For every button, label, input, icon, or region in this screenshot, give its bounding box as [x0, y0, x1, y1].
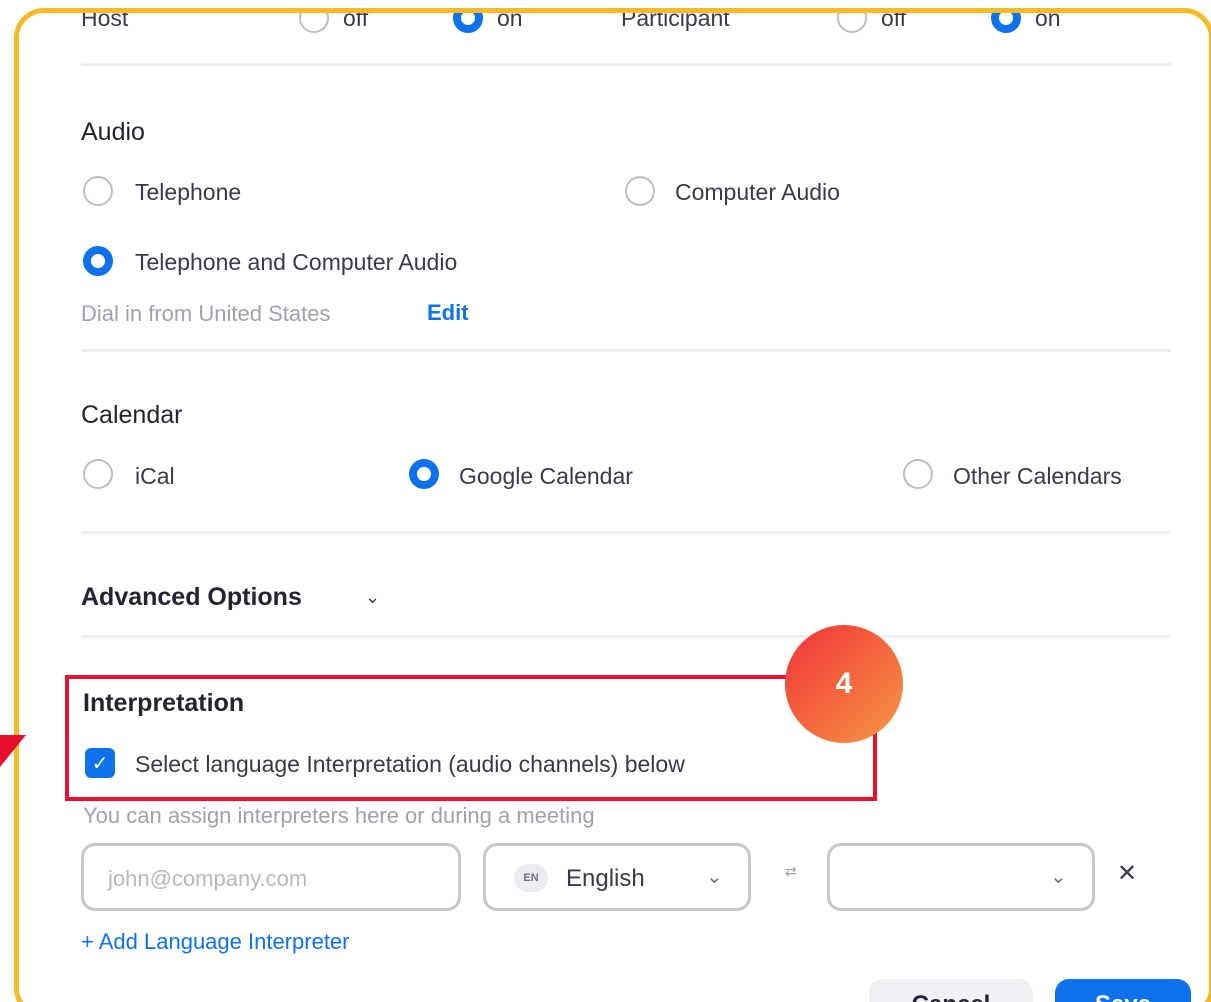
calendar-google-label: Google Calendar — [459, 463, 633, 489]
close-icon[interactable]: ✕ — [1117, 859, 1137, 888]
target-language-select[interactable]: ⌄ — [827, 843, 1095, 911]
host-video-on-radio[interactable] — [453, 13, 483, 33]
host-video-off-label: off — [343, 8, 369, 31]
add-language-interpreter-link[interactable]: + Add Language Interpreter — [81, 929, 350, 955]
step-badge: 4 — [785, 625, 903, 743]
interpreter-email-input[interactable]: john@company.com — [81, 843, 461, 911]
edit-dial-in-link[interactable]: Edit — [427, 300, 469, 326]
interpreter-email-placeholder: john@company.com — [108, 866, 308, 891]
interpreter-hint-text: You can assign interpreters here or duri… — [83, 803, 595, 828]
divider — [81, 531, 1171, 534]
chevron-down-icon: ⌄ — [706, 866, 723, 888]
participant-video-off-radio[interactable] — [837, 13, 867, 33]
swap-arrows-icon: ⇄ — [785, 863, 797, 879]
chevron-down-icon[interactable]: ⌄ — [365, 587, 380, 608]
dial-in-text: Dial in from United States — [81, 301, 331, 326]
audio-telephone-and-computer-label: Telephone and Computer Audio — [135, 249, 458, 275]
step-highlight-box — [65, 675, 877, 801]
audio-telephone-radio[interactable] — [83, 176, 113, 206]
calendar-google-radio[interactable] — [409, 459, 439, 489]
audio-telephone-and-computer-radio[interactable] — [83, 246, 113, 276]
host-video-off-radio[interactable] — [299, 13, 329, 33]
meeting-settings-panel: Host off on Participant off on Audio Tel… — [19, 13, 1209, 1002]
source-language-value: English — [566, 865, 645, 892]
divider — [81, 635, 1171, 638]
language-code-tag: EN — [514, 864, 548, 892]
calendar-other-label: Other Calendars — [953, 463, 1122, 489]
audio-section-title: Audio — [81, 118, 145, 146]
save-button[interactable]: Save — [1055, 979, 1191, 1002]
participant-video-off-label: off — [881, 8, 907, 31]
calendar-ical-radio[interactable] — [83, 459, 113, 489]
calendar-ical-label: iCal — [135, 463, 175, 489]
participant-video-label: Participant — [621, 8, 730, 31]
host-video-on-label: on — [497, 8, 523, 31]
advanced-options-toggle[interactable]: Advanced Options — [81, 583, 302, 612]
audio-telephone-label: Telephone — [135, 179, 242, 205]
calendar-section-title: Calendar — [81, 401, 183, 429]
divider — [81, 63, 1171, 66]
host-video-label: Host — [81, 8, 129, 31]
divider — [81, 349, 1171, 352]
calendar-other-radio[interactable] — [903, 459, 933, 489]
participant-video-on-radio[interactable] — [991, 13, 1021, 33]
dialog-frame: Host off on Participant off on Audio Tel… — [14, 8, 1211, 1002]
audio-computer-radio[interactable] — [625, 176, 655, 206]
audio-computer-label: Computer Audio — [675, 179, 840, 205]
pointer-triangle — [0, 735, 26, 767]
chevron-down-icon: ⌄ — [1050, 866, 1067, 888]
cancel-button[interactable]: Cancel — [869, 979, 1033, 1002]
participant-video-on-label: on — [1035, 8, 1061, 31]
source-language-select[interactable]: EN English ⌄ — [483, 843, 751, 911]
